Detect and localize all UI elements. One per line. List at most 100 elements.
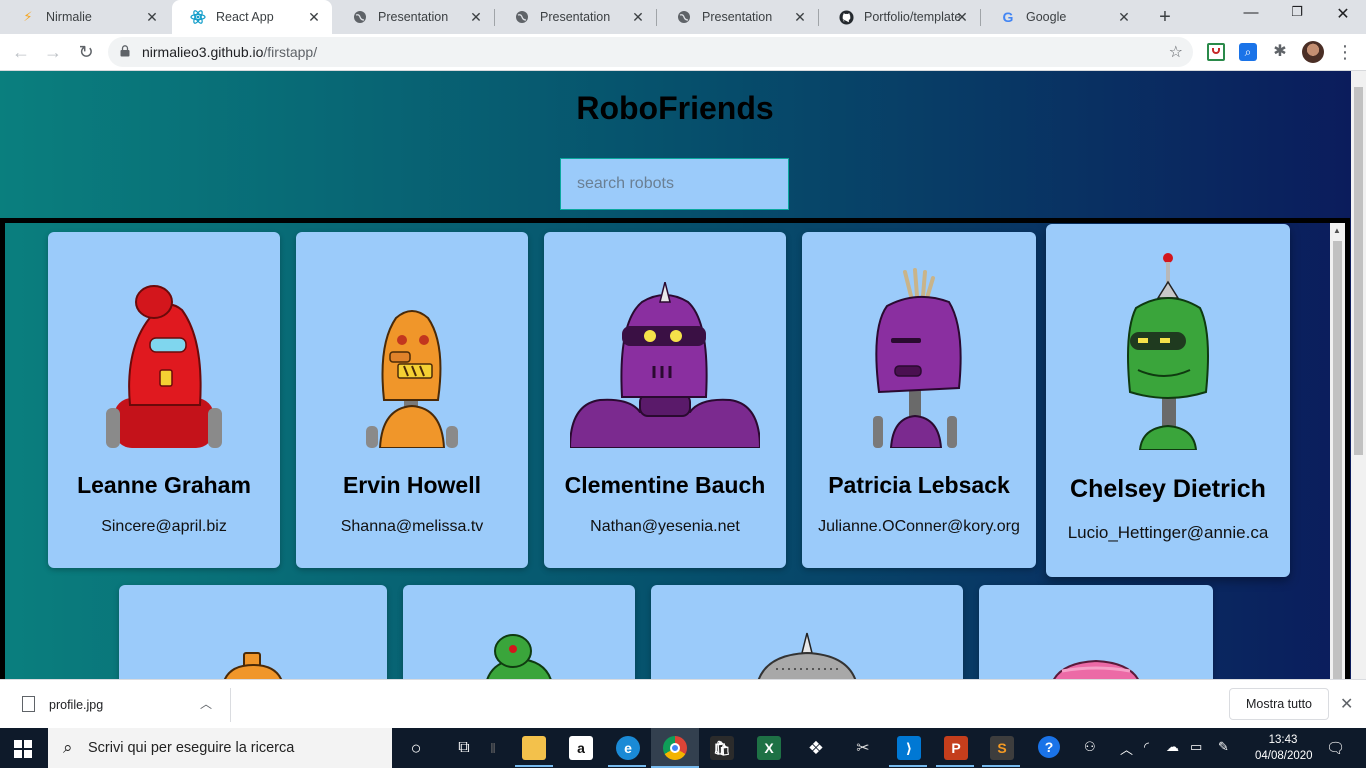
close-window-icon[interactable]: ✕ [1333,4,1353,24]
taskbar-clock[interactable]: 13:43 04/08/2020 [1255,732,1313,764]
url-host: nirmalieo3.github.io [142,44,264,60]
tab-title: Presentation [378,10,449,24]
browser-menu-icon[interactable]: ⋮ [1334,41,1356,63]
close-tab-icon[interactable]: ✕ [792,9,808,26]
search-icon: ⌕ [63,738,73,757]
bookmark-star-icon[interactable]: ☆ [1169,42,1183,62]
google-icon: G [1002,9,1014,25]
chevron-up-icon[interactable]: ︿ [200,695,212,712]
robot-avatar [486,634,552,679]
back-arrow-icon[interactable]: ← [10,41,32,63]
close-download-bar-icon[interactable]: ✕ [1340,694,1353,714]
close-tab-icon[interactable]: ✕ [306,9,322,26]
download-file-name[interactable]: profile.jpg [49,698,103,712]
show-all-button[interactable]: Mostra tutto [1229,688,1329,720]
cortana-icon[interactable]: ○ [404,736,428,760]
extension-pocket-icon[interactable] [1207,43,1225,61]
scrollbar-thumb[interactable] [1333,241,1342,679]
tab-title: React App [216,10,274,24]
search-robots-input[interactable] [560,158,789,210]
tab-separator [818,9,819,26]
robot-card[interactable]: Chelsey Dietrich Lucio_Hettinger@annie.c… [1046,224,1290,577]
robot-card[interactable] [403,585,635,679]
tab-nirmalie[interactable]: ⚡ Nirmalie ✕ [2,0,170,34]
running-indicator [515,765,553,767]
snipping-tool-icon[interactable]: ✂ [851,736,875,760]
app-title: RoboFriends [576,90,774,126]
pen-icon[interactable]: ✎ [1218,739,1229,755]
browser-toolbar: ← → ↻ nirmalieo3.github.io/firstapp/ ☆ ⌕… [0,34,1366,71]
people-icon[interactable]: ⚇ [1084,739,1096,755]
close-tab-icon[interactable]: ✕ [954,9,970,26]
taskbar-divider: ‖ [490,740,496,756]
edge-icon[interactable]: e [616,736,640,760]
robot-name: Clementine Bauch [564,472,766,498]
tab-title: Presentation [540,10,611,24]
page-scrollbar[interactable] [1351,71,1366,679]
dropbox-icon[interactable]: ❖ [804,736,828,760]
minimize-icon[interactable]: — [1241,4,1261,21]
battery-icon[interactable]: ▭ [1190,739,1202,755]
chrome-icon[interactable] [663,736,687,760]
robot-card[interactable] [979,585,1213,679]
close-tab-icon[interactable]: ✕ [630,9,646,26]
profile-avatar[interactable] [1302,41,1324,63]
restore-icon[interactable]: ❐ [1287,4,1307,20]
taskbar-search-box[interactable]: ⌕ Scrivi qui per eseguire la ricerca [48,728,392,768]
tab-separator [656,9,657,26]
close-tab-icon[interactable]: ✕ [144,9,160,26]
wifi-icon[interactable]: ◜ [1144,739,1149,755]
tab-react-app[interactable]: React App ✕ [172,0,332,34]
tab-presentation-3[interactable]: Presentation ✕ [658,0,818,34]
robot-email: Shanna@melissa.tv [340,518,484,535]
react-icon [190,9,206,25]
robot-card[interactable]: Patricia Lebsack Julianne.OConner@kory.o… [802,232,1036,568]
extensions-puzzle-icon[interactable]: ✱ [1271,43,1289,61]
robot-avatar [1053,659,1139,679]
reload-icon[interactable]: ↻ [75,41,97,63]
scroll-up-arrow-icon[interactable]: ▲ [1333,226,1341,235]
robot-card[interactable]: Leanne Graham Sincere@april.biz [48,232,280,568]
github-icon [838,9,854,25]
tab-google[interactable]: G Google ✕ [982,0,1142,34]
tab-title: Portfolio/template [864,10,960,24]
forward-arrow-icon[interactable]: → [42,41,64,63]
sublime-text-icon[interactable]: S [990,736,1014,760]
tab-separator [494,9,495,26]
store-icon[interactable]: 🛍 [710,736,734,760]
robot-card[interactable] [119,585,387,679]
notifications-icon[interactable]: 🗨 [1326,739,1345,757]
robot-card-list[interactable]: Leanne Graham Sincere@april.biz Ervin Ho… [0,218,1350,679]
clock-date: 04/08/2020 [1255,750,1313,762]
close-tab-icon[interactable]: ✕ [468,9,484,26]
tab-presentation-2[interactable]: Presentation ✕ [496,0,656,34]
show-hidden-icons-chevron[interactable]: ︿ [1120,739,1133,758]
task-view-icon[interactable]: ⧉ [452,736,476,760]
powerpoint-icon[interactable]: P [944,736,968,760]
lock-icon [120,45,130,57]
help-icon[interactable]: ? [1038,736,1060,758]
file-explorer-icon[interactable] [522,736,546,760]
robot-card[interactable] [651,585,963,679]
robot-card[interactable]: Ervin Howell Shanna@melissa.tv [296,232,528,568]
excel-icon[interactable]: X [757,736,781,760]
vscode-icon[interactable]: ⟩ [897,736,921,760]
extension-search-icon[interactable]: ⌕ [1239,43,1257,61]
tab-presentation-1[interactable]: Presentation ✕ [334,0,494,34]
robot-name: Leanne Graham [77,472,251,498]
robot-name: Patricia Lebsack [828,472,1010,498]
scrollbar-thumb[interactable] [1354,87,1363,455]
new-tab-button[interactable]: + [1155,6,1175,29]
card-list-scrollbar[interactable]: ▲ [1330,223,1345,679]
close-tab-icon[interactable]: ✕ [1116,9,1132,26]
tab-portfolio-template[interactable]: Portfolio/template ✕ [820,0,980,34]
onedrive-cloud-icon[interactable]: ☁ [1166,739,1179,755]
robot-name: Chelsey Dietrich [1070,475,1266,503]
address-bar[interactable]: nirmalieo3.github.io/firstapp/ ☆ [108,37,1193,67]
robot-card[interactable]: Clementine Bauch Nathan@yesenia.net [544,232,786,568]
robot-avatar [106,285,222,448]
taskbar-search-text: Scrivi qui per eseguire la ricerca [88,740,295,756]
windows-start-icon[interactable] [14,740,32,758]
amazon-icon[interactable]: a [569,736,593,760]
running-indicator [936,765,974,767]
